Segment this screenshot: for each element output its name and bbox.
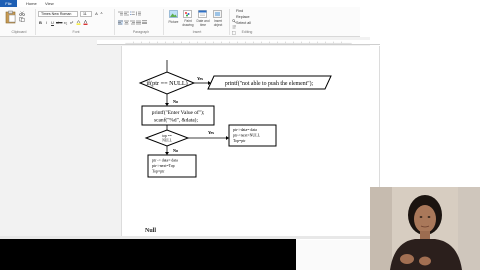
line-spacing-icon[interactable]: [136, 11, 141, 16]
picture-icon: [169, 10, 178, 18]
assign-push-line-2: ptr->next=Top: [152, 164, 175, 168]
increase-indent-icon[interactable]: [124, 11, 129, 16]
tab-home[interactable]: Home: [24, 0, 39, 7]
decision-top-null-line-1: top ==: [162, 134, 172, 138]
ribbon-divider: [35, 9, 36, 35]
date-time-label: Date and time: [196, 19, 210, 27]
assign-push-line-1: ptr -> data= data: [152, 159, 178, 163]
justify-icon[interactable]: [136, 20, 141, 25]
assign-first-line-1: ptr->data= data: [233, 128, 257, 132]
decision-null-check-text: if(ptr == NULL): [146, 80, 187, 87]
italic-button[interactable]: I: [44, 20, 49, 25]
input-prompt-line-1: printf("Enter Value of");: [152, 109, 205, 116]
decrease-indent-icon[interactable]: [118, 11, 123, 16]
font-size-select[interactable]: 11: [80, 11, 92, 17]
assign-first-line-3: Top=ptr: [233, 139, 246, 143]
editing-group-label: Editing: [241, 30, 253, 34]
paragraph-icon[interactable]: [142, 20, 147, 25]
object-icon: [213, 10, 222, 18]
copy-icon: [19, 17, 25, 22]
paragraph-group-label: Paragraph: [132, 30, 150, 34]
select-all-button[interactable]: Select all: [236, 21, 251, 25]
underline-button[interactable]: U: [50, 20, 55, 25]
insert-object-label: Insert object: [213, 19, 223, 27]
shrink-font-icon[interactable]: A: [99, 11, 104, 16]
assign-push-line-3: Top=ptr: [152, 170, 165, 174]
replace-button[interactable]: Replace: [236, 15, 250, 19]
paint-drawing-button[interactable]: Paint drawing: [180, 9, 194, 29]
wordpad-window: File Home View Clipboard Times New Roman…: [0, 0, 480, 270]
find-button[interactable]: Find: [236, 9, 243, 13]
ribbon-tab-strip: File Home View: [0, 0, 360, 7]
tab-view[interactable]: View: [43, 0, 56, 7]
align-left-icon[interactable]: [118, 20, 123, 25]
yes-label-1: Yes: [197, 76, 203, 81]
ribbon-divider: [163, 9, 164, 35]
assign-first-line-2: ptr->next=NULL: [233, 134, 261, 138]
cut-button[interactable]: [18, 10, 25, 16]
strikethrough-button[interactable]: abc: [56, 20, 62, 25]
superscript-button[interactable]: x²: [69, 20, 74, 25]
ribbon: Clipboard Times New Roman 11 A A B I U a…: [0, 7, 360, 37]
input-prompt-line-2: scanf("%d", &data);: [154, 117, 198, 124]
paste-button[interactable]: [4, 9, 16, 25]
paint-drawing-label: Paint drawing: [182, 19, 194, 27]
copy-button[interactable]: [18, 16, 25, 22]
flowchart: if(ptr == NULL) Yes printf("not able to …: [138, 60, 332, 178]
font-family-select[interactable]: Times New Roman: [38, 11, 78, 17]
yes-label-2: Yes: [208, 130, 214, 135]
ribbon-divider: [229, 9, 230, 35]
ribbon-divider: [114, 9, 115, 35]
paint-icon: [183, 10, 192, 18]
output-error-text: printf("not able to push the element");: [225, 80, 314, 87]
no-label-2: No: [173, 148, 178, 153]
clipboard-group-label: Clipboard: [11, 30, 27, 34]
insert-object-button[interactable]: Insert object: [210, 9, 224, 29]
document-page[interactable]: if(ptr == NULL) Yes printf("not able to …: [121, 46, 380, 240]
subscript-button[interactable]: x₂: [63, 20, 68, 25]
font-group-label: Font: [72, 30, 80, 34]
no-label-1: No: [173, 99, 178, 104]
font-color-icon[interactable]: [83, 19, 88, 25]
presenter-image: [370, 187, 480, 270]
highlight-icon[interactable]: [76, 20, 81, 25]
calendar-icon: [198, 10, 207, 18]
horizontal-ruler[interactable]: [97, 40, 380, 45]
document-text-null: Null: [145, 228, 157, 234]
insert-picture-button[interactable]: Picture: [166, 9, 179, 29]
paste-icon: [5, 10, 16, 24]
date-time-button[interactable]: Date and time: [195, 9, 209, 29]
bullet-list-icon[interactable]: [130, 11, 135, 16]
video-black-bar: [0, 239, 296, 270]
presenter-webcam: [370, 187, 480, 270]
align-right-icon[interactable]: [130, 20, 135, 25]
insert-group-label: Insert: [192, 30, 202, 34]
tab-file[interactable]: File: [0, 0, 17, 7]
bold-button[interactable]: B: [38, 20, 43, 25]
align-center-icon[interactable]: [124, 20, 129, 25]
decision-top-null-line-2: NULL: [162, 139, 172, 143]
insert-picture-label: Picture: [168, 20, 179, 24]
